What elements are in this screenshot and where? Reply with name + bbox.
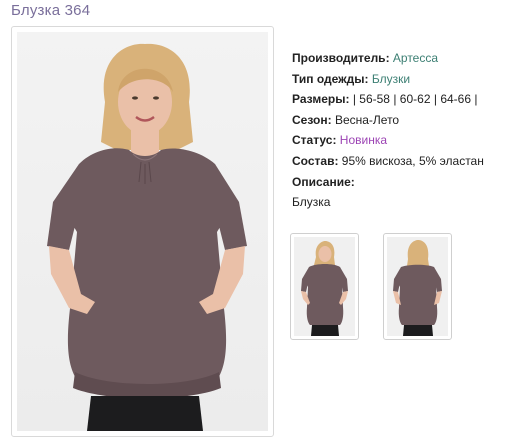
clothing-type-link[interactable]: Блузки — [372, 72, 410, 86]
description-label: Описание: — [292, 174, 355, 189]
status-link[interactable]: Новинка — [340, 133, 387, 147]
size-option: 56-58 — [359, 92, 390, 107]
description-row: Описание: — [292, 172, 484, 193]
thumbnail-back-image — [393, 240, 442, 336]
product-details: Производитель: Артесса Тип одежды: Блузк… — [292, 48, 484, 213]
size-separator: | — [352, 92, 356, 107]
description-text: Блузка — [292, 195, 331, 210]
manufacturer-row: Производитель: Артесса — [292, 48, 484, 69]
status-label: Статус: — [292, 133, 337, 148]
size-separator: | — [393, 92, 397, 107]
manufacturer-label: Производитель: — [292, 51, 390, 65]
season-value: Весна-Лето — [334, 112, 400, 127]
size-option: 64-66 — [440, 92, 472, 107]
clothing-type-label: Тип одежды: — [292, 71, 369, 86]
sizes-row: Размеры: | 56-58 | 60-62 | 64-66 | — [292, 89, 484, 110]
season-label: Сезон: — [292, 112, 332, 127]
product-title: Блузка 364 — [11, 2, 91, 19]
size-option: 60-62 — [399, 92, 431, 107]
size-separator: | — [474, 92, 478, 107]
status-row: Статус: Новинка — [292, 130, 484, 151]
composition-row: Состав: 95% вискоза, 5% эластан — [292, 151, 484, 172]
sizes-label: Размеры: — [292, 92, 350, 107]
thumbnail-back[interactable] — [383, 233, 452, 340]
composition-value: 95% вискоза, 5% эластан — [341, 153, 484, 168]
composition-label: Состав: — [292, 153, 339, 168]
season-row: Сезон: Весна-Лето — [292, 110, 484, 131]
thumbnail-front-image — [301, 241, 348, 336]
thumbnail-front[interactable] — [290, 233, 359, 340]
model-front-image — [47, 43, 247, 431]
manufacturer-link[interactable]: Артесса — [393, 51, 438, 65]
size-separator: | — [433, 92, 437, 107]
clothing-type-row: Тип одежды: Блузки — [292, 69, 484, 90]
main-product-photo[interactable] — [11, 26, 274, 437]
